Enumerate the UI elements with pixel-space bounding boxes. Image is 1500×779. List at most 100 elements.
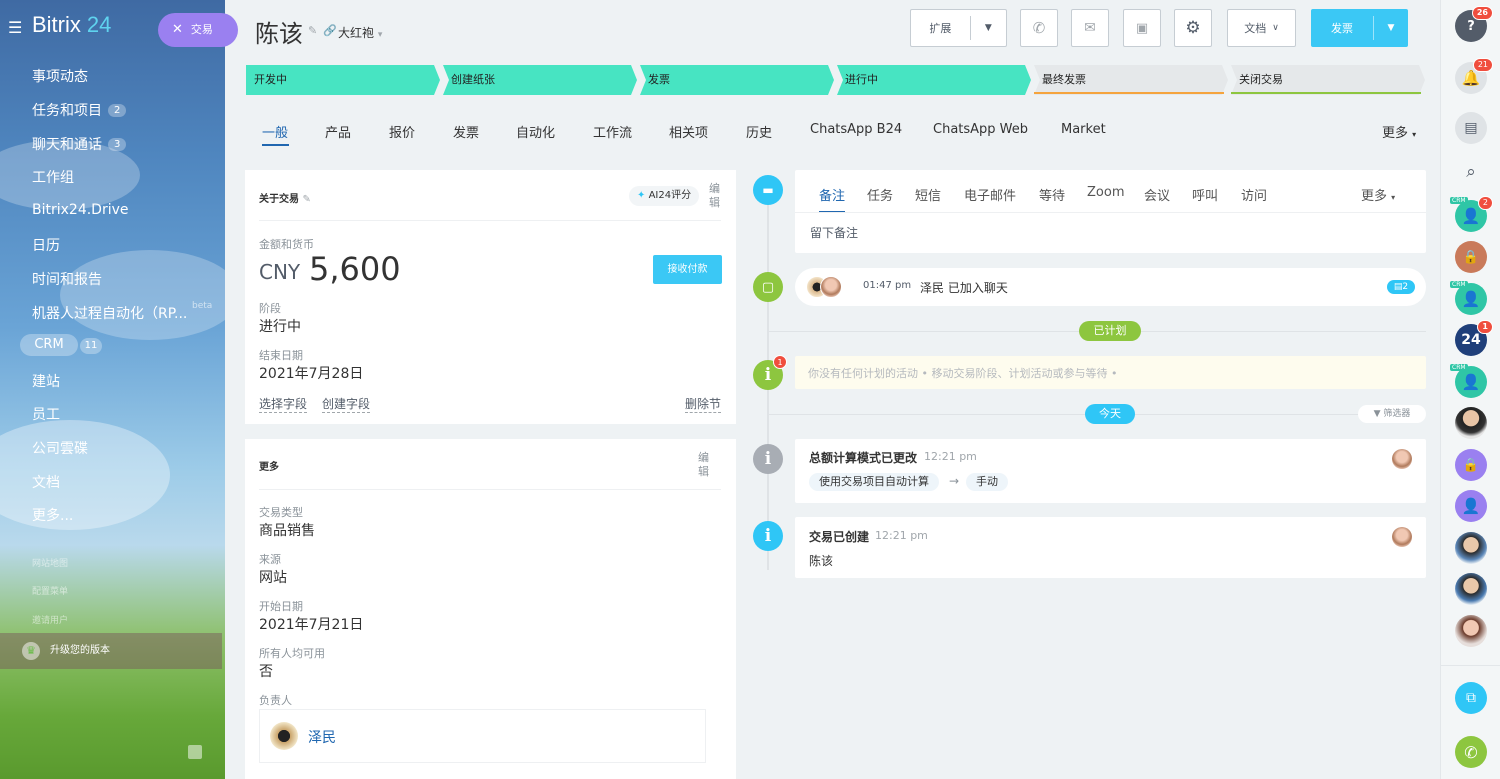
about-deal-card: 关于交易 ✎ ✦ AI24评分 编辑 金额和货币 CNY 5,600 接收付款 … bbox=[245, 170, 736, 424]
tab-meeting[interactable]: 会议 bbox=[1144, 185, 1170, 204]
contact-center-icon[interactable]: ⧉ bbox=[1455, 682, 1487, 714]
bitrix24-icon[interactable]: 24 1 bbox=[1455, 320, 1493, 356]
menu-item-rpa[interactable]: 机器人过程自动化（RP... bbox=[32, 303, 187, 323]
tab-related[interactable]: 相关项 bbox=[669, 122, 708, 141]
edit-pencil-icon[interactable]: ✎ bbox=[302, 194, 310, 205]
tab-visit[interactable]: 访问 bbox=[1241, 185, 1267, 204]
menu-item-drive[interactable]: Bitrix24.Drive bbox=[32, 202, 129, 218]
tab-workflows[interactable]: 工作流 bbox=[593, 122, 632, 141]
responsible-user-box[interactable]: 泽民 bbox=[259, 709, 706, 763]
chevron-down-icon: ▾ bbox=[1412, 130, 1417, 139]
crown-icon: ♛ bbox=[22, 642, 40, 660]
avatar[interactable] bbox=[1455, 407, 1487, 439]
tab-email[interactable]: 电子邮件 bbox=[964, 185, 1016, 204]
printer-icon[interactable] bbox=[188, 745, 202, 759]
invite-users-link[interactable]: 邀请用户 bbox=[32, 613, 68, 626]
email-button[interactable]: ✉ bbox=[1071, 9, 1109, 47]
tab-history[interactable]: 历史 bbox=[746, 122, 772, 141]
bell-icon[interactable]: 🔔 21 bbox=[1455, 58, 1493, 94]
user-icon[interactable]: 👤 bbox=[1455, 490, 1487, 522]
chat-count-badge[interactable]: ▤2 bbox=[1387, 280, 1415, 294]
tab-sms[interactable]: 短信 bbox=[915, 185, 941, 204]
menu-item-more[interactable]: 更多... bbox=[32, 505, 73, 525]
tab-market[interactable]: Market bbox=[1061, 122, 1106, 137]
beta-label: beta bbox=[192, 301, 213, 311]
tab-more[interactable]: 更多 ▾ bbox=[1361, 185, 1395, 204]
note-input[interactable]: 留下备注 bbox=[810, 224, 858, 241]
close-deal-pill[interactable]: ✕ 交易 bbox=[158, 13, 238, 47]
settings-button[interactable]: ⚙ bbox=[1174, 9, 1212, 47]
ai-score-badge[interactable]: ✦ AI24评分 bbox=[629, 186, 700, 206]
logo[interactable]: Bitrix 24 bbox=[32, 12, 111, 38]
tab-chatsapp-b24[interactable]: ChatsApp B24 bbox=[810, 122, 902, 137]
menu-item-workgroups[interactable]: 工作组 bbox=[32, 167, 74, 187]
avatar bbox=[1392, 449, 1412, 469]
documents-button[interactable]: 文档 ∨ bbox=[1227, 9, 1296, 47]
menu-item-sites[interactable]: 建站 bbox=[32, 371, 60, 391]
avatar[interactable] bbox=[1455, 532, 1487, 564]
deal-amount: 5,600 bbox=[309, 250, 401, 288]
ai-icon: ✦ bbox=[637, 190, 646, 201]
menu-item-employees[interactable]: 员工 bbox=[32, 404, 60, 424]
stage-label: 开发中 bbox=[254, 73, 287, 86]
menu-item-crm[interactable]: CRM bbox=[20, 334, 78, 356]
help-icon[interactable]: ? 26 bbox=[1455, 6, 1493, 42]
source-value: 网站 bbox=[259, 570, 287, 586]
divider bbox=[259, 489, 721, 490]
chat-event-card[interactable]: 01:47 pm 泽民 已加入聊天 ▤2 bbox=[795, 268, 1426, 306]
avatar[interactable] bbox=[1455, 615, 1487, 647]
configure-menu-link[interactable]: 配置菜单 bbox=[32, 584, 68, 597]
edit-link[interactable]: 编辑 bbox=[698, 451, 710, 479]
tab-note[interactable]: 备注 bbox=[819, 185, 845, 204]
tab-quotes[interactable]: 报价 bbox=[389, 122, 415, 141]
menu-item-time[interactable]: 时间和报告 bbox=[32, 269, 102, 289]
tab-zoom[interactable]: Zoom bbox=[1087, 185, 1124, 200]
call-button[interactable]: ✆ bbox=[1020, 9, 1058, 47]
tab-automation[interactable]: 自动化 bbox=[516, 122, 555, 141]
invoice-button[interactable]: 发票 ▼ bbox=[1311, 9, 1408, 47]
menu-item-tasks[interactable]: 任务和项目 2 bbox=[32, 100, 127, 120]
hamburger-icon[interactable]: ☰ bbox=[8, 18, 22, 37]
search-icon[interactable]: ⌕ bbox=[1455, 156, 1487, 188]
create-field-link[interactable]: 创建字段 bbox=[322, 395, 371, 413]
menu-label: 更多... bbox=[32, 508, 74, 524]
crm-contact-icon[interactable]: 👤 2 bbox=[1455, 196, 1493, 232]
edit-link[interactable]: 编辑 bbox=[709, 182, 721, 210]
deal-type-value: 商品销售 bbox=[259, 523, 315, 539]
menu-item-calendar[interactable]: 日历 bbox=[32, 235, 60, 255]
menu-item-docs[interactable]: 文档 bbox=[32, 472, 60, 492]
filter-button[interactable]: ▼ 筛选器 bbox=[1358, 405, 1426, 423]
chat-button[interactable]: ▣ bbox=[1123, 9, 1161, 47]
tab-more[interactable]: 更多 ▾ bbox=[1382, 122, 1416, 141]
menu-item-chat[interactable]: 聊天和通话 3 bbox=[32, 134, 127, 154]
bell-badge: 21 bbox=[1472, 58, 1493, 72]
receive-payment-button[interactable]: 接收付款 bbox=[653, 255, 722, 284]
select-field-link[interactable]: 选择字段 bbox=[259, 395, 308, 413]
tab-general[interactable]: 一般 bbox=[262, 122, 288, 141]
stage-label: 进行中 bbox=[845, 73, 878, 86]
responsible-label: 负责人 bbox=[259, 694, 292, 707]
tab-wait[interactable]: 等待 bbox=[1039, 185, 1065, 204]
help-badge: 26 bbox=[1471, 6, 1493, 20]
deal-tag[interactable]: 大红袍 ▾ bbox=[338, 24, 382, 41]
phone-icon[interactable]: ✆ bbox=[1455, 736, 1487, 768]
link-icon[interactable]: 🔗 bbox=[323, 24, 337, 37]
chevron-down-icon: ▾ bbox=[1391, 193, 1396, 202]
menu-item-company-drive[interactable]: 公司雲碟 bbox=[32, 438, 88, 458]
tab-call[interactable]: 呼叫 bbox=[1192, 185, 1218, 204]
delete-section-link[interactable]: 删除节 bbox=[685, 395, 722, 413]
tab-task[interactable]: 任务 bbox=[867, 185, 893, 204]
responsible-user-name[interactable]: 泽民 bbox=[308, 727, 336, 747]
messages-icon[interactable]: ▤ bbox=[1455, 112, 1487, 144]
lock-icon[interactable]: 🔒 bbox=[1455, 241, 1487, 273]
lock-icon[interactable]: 🔒 bbox=[1455, 449, 1487, 481]
tab-chatsapp-web[interactable]: ChatsApp Web bbox=[933, 122, 1028, 137]
expand-button[interactable]: 扩展 ▼ bbox=[910, 9, 1007, 47]
edit-pencil-icon[interactable]: ✎ bbox=[308, 24, 317, 37]
menu-label: 时间和报告 bbox=[32, 272, 102, 288]
menu-item-feed[interactable]: 事项动态 bbox=[32, 66, 88, 86]
tab-invoices[interactable]: 发票 bbox=[453, 122, 479, 141]
sitemap-link[interactable]: 网站地图 bbox=[32, 556, 68, 569]
avatar[interactable] bbox=[1455, 573, 1487, 605]
tab-products[interactable]: 产品 bbox=[325, 122, 351, 141]
